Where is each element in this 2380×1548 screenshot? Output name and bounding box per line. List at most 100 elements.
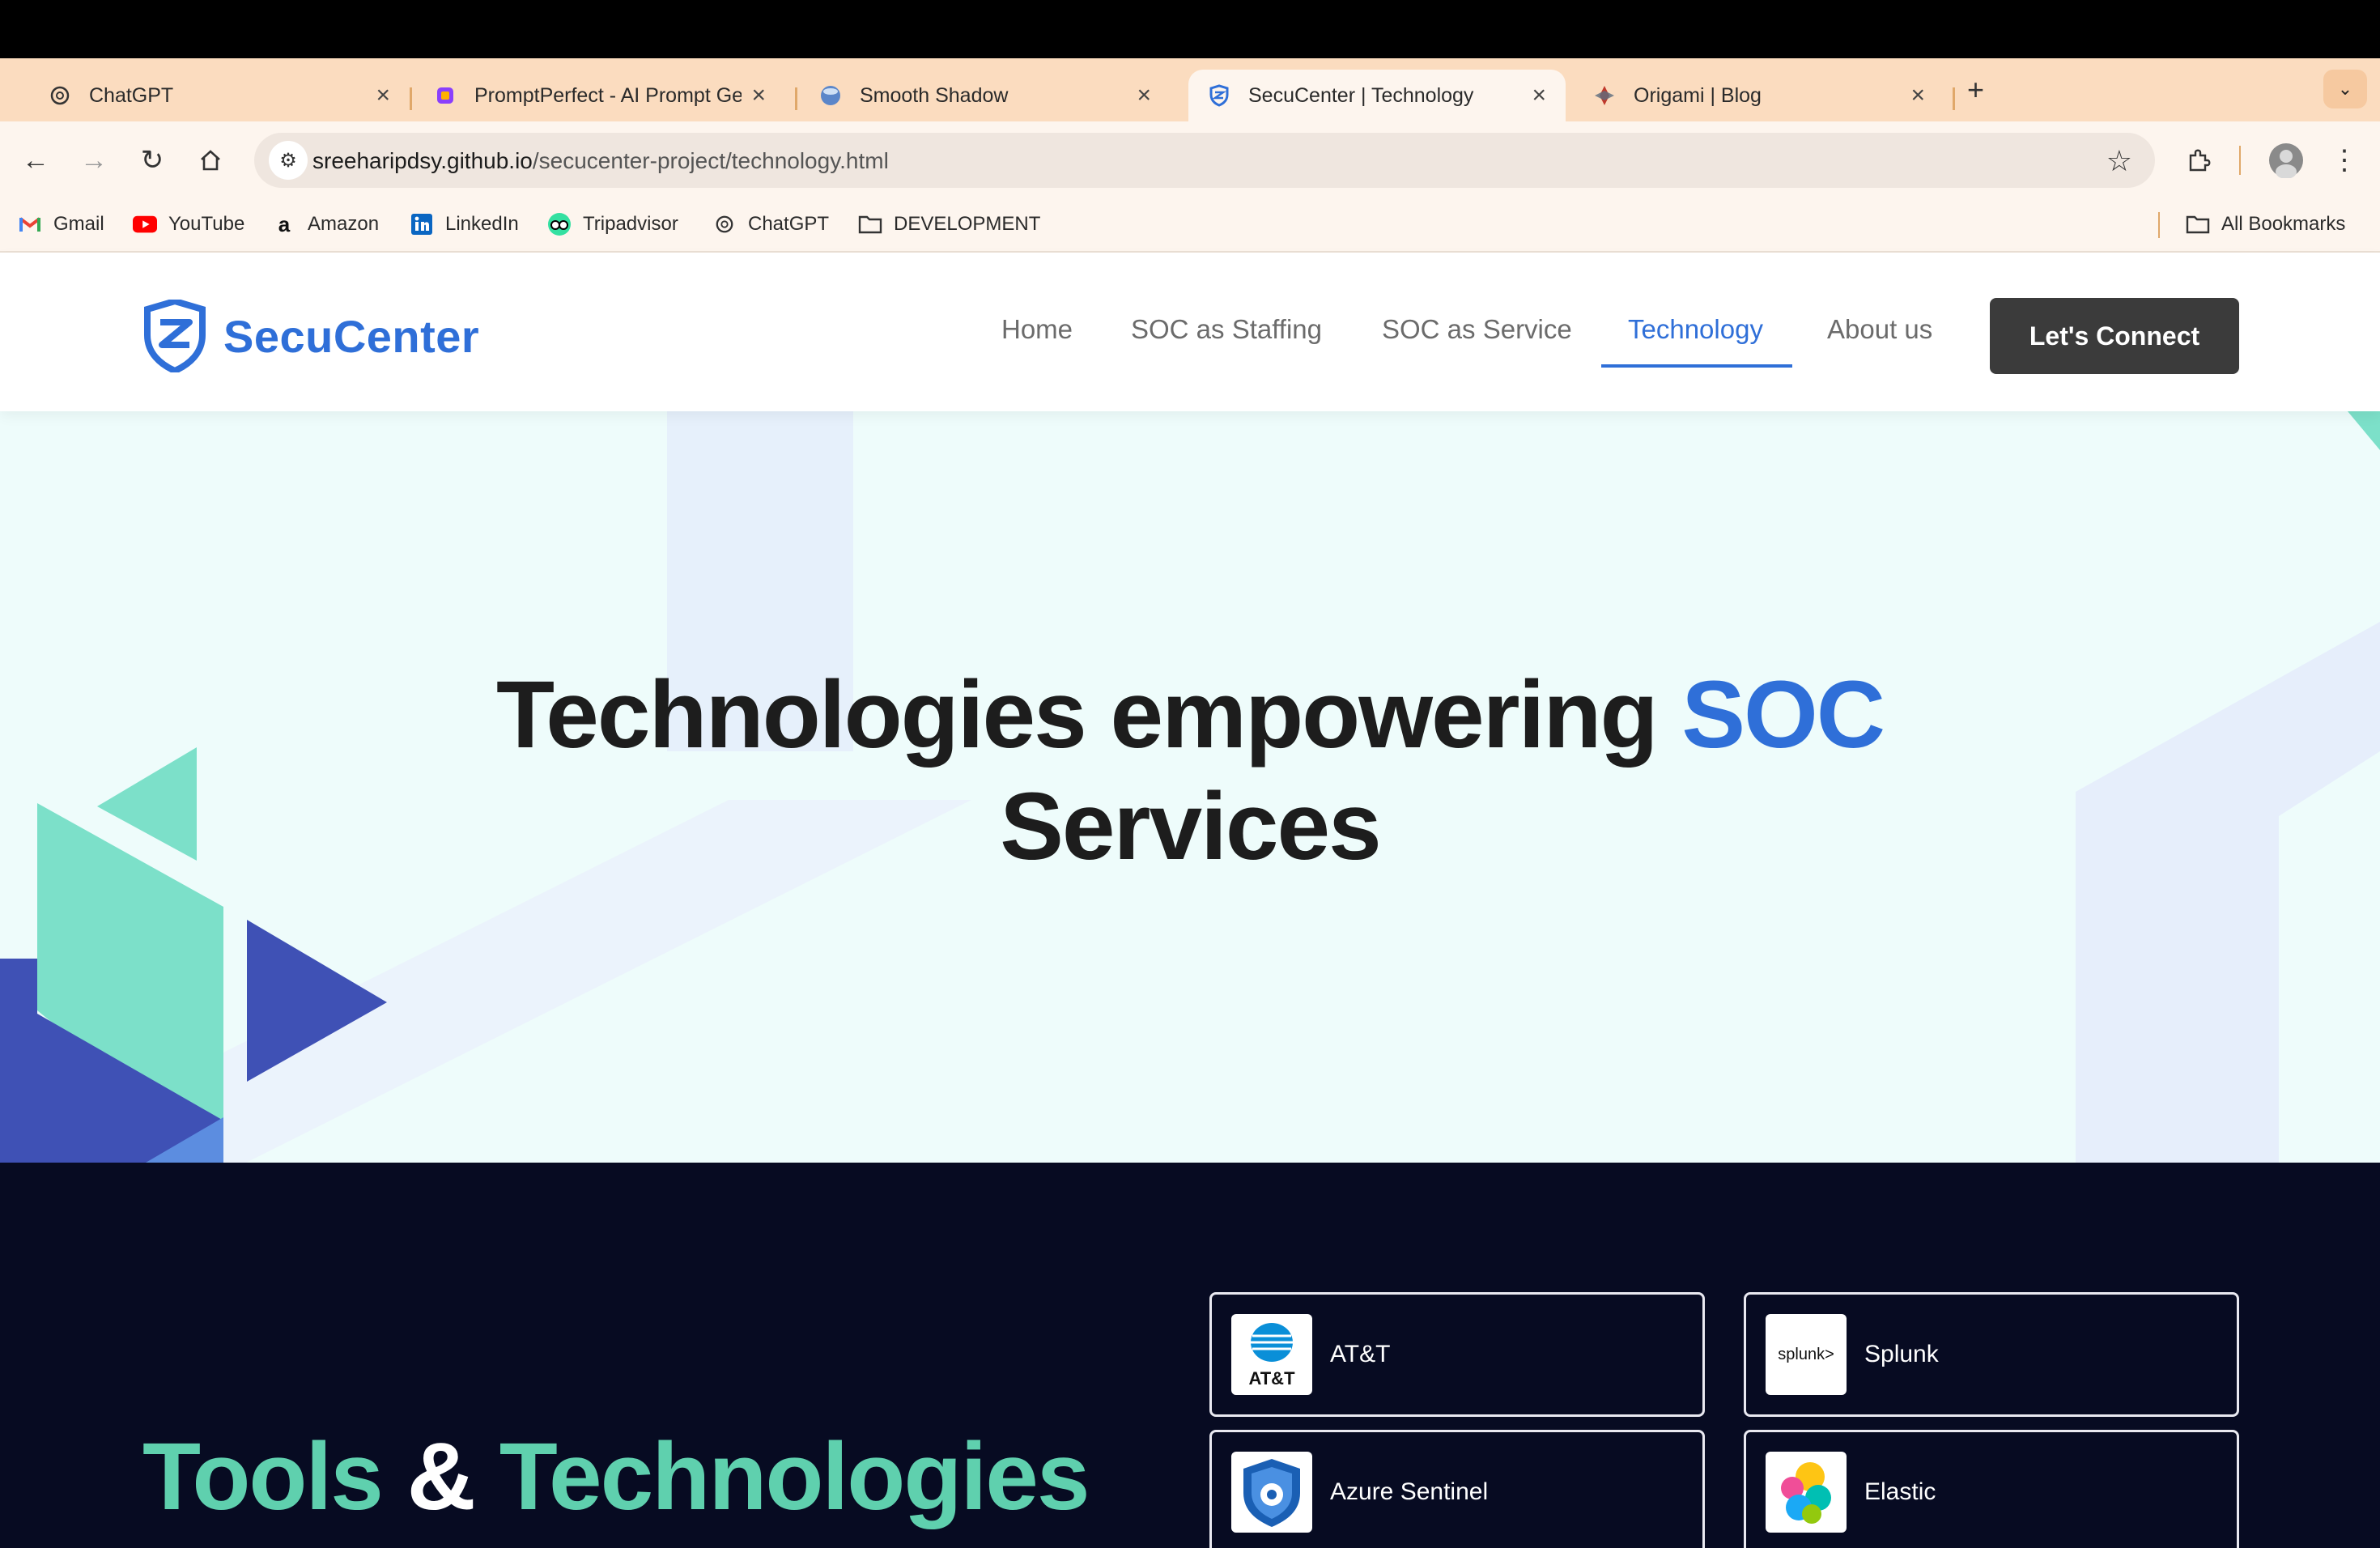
tab-divider [1953,87,1955,110]
tool-card-att[interactable]: AT&T AT&T [1209,1292,1705,1417]
elastic-logo-icon [1766,1452,1847,1533]
tab-origami-blog[interactable]: Origami | Blog × [1574,70,1944,121]
tool-card-elastic[interactable]: Elastic [1744,1430,2239,1548]
hero-title-highlight: SOC [1681,661,1885,768]
tab-label: Origami | Blog [1634,83,1762,107]
folder-icon [858,212,882,236]
site-header: SecuCenter Home SOC as Staffing SOC as S… [0,253,2380,411]
tool-card-splunk[interactable]: splunk> Splunk [1744,1292,2239,1417]
bookmark-star-icon[interactable]: ☆ [2106,144,2132,178]
forward-arrow-icon[interactable]: → [73,139,115,181]
bookmark-youtube[interactable]: YouTube [133,212,244,236]
bookmarks-divider [2158,212,2160,238]
hero-title-part1: Technologies empowering [495,661,1682,768]
bookmarks-bar: Gmail YouTube a Amazon LinkedIn Tripadvi… [0,199,2380,253]
tab-chatgpt[interactable]: ChatGPT × [29,70,410,121]
url-path: /secucenter-project/technology.html [532,148,889,173]
close-icon[interactable]: × [376,82,390,109]
address-bar[interactable]: ⚙ sreeharipdsy.github.io/secucenter-proj… [254,133,2155,188]
bookmark-label: LinkedIn [445,213,519,235]
avatar[interactable] [2265,139,2307,181]
secucenter-icon [1208,84,1230,107]
tab-label: ChatGPT [89,83,174,107]
att-logo-icon: AT&T [1231,1314,1312,1395]
home-icon[interactable] [189,139,232,181]
site-logo[interactable]: SecuCenter [142,300,479,372]
all-bookmarks-label: All Bookmarks [2221,213,2346,235]
tools-title-word2: Technologies [499,1423,1090,1530]
tab-smooth-shadow[interactable]: Smooth Shadow × [800,70,1171,121]
shield-logo-icon [144,300,206,372]
tool-card-label: Azure Sentinel [1330,1478,1489,1505]
close-icon[interactable]: × [1532,82,1546,109]
close-icon[interactable]: × [751,82,766,109]
tripadvisor-icon [547,212,572,236]
back-arrow-icon[interactable]: ← [15,139,57,181]
screen-top-bar [0,0,2380,58]
bookmark-label: Gmail [53,213,104,235]
tools-section: Tools & Technologies AT&T AT&T splunk> S… [0,1163,2380,1548]
linkedin-icon [410,212,434,236]
nav-technology[interactable]: Technology [1628,314,1763,345]
reload-icon[interactable]: ↻ [131,139,173,181]
bookmark-folder-development[interactable]: DEVELOPMENT [858,212,1040,236]
logo-text: SecuCenter [223,310,480,362]
bookmark-gmail[interactable]: Gmail [18,212,104,236]
chatgpt-icon [712,212,737,236]
tab-promptperfect[interactable]: PromptPerfect - AI Prompt Ge × [414,70,785,121]
url-domain: sreeharipdsy.github.io [312,148,533,173]
promptperfect-icon [434,84,457,107]
splunk-logo-text: splunk> [1778,1345,1834,1363]
active-nav-underline [1601,364,1792,368]
url-text[interactable]: sreeharipdsy.github.io/secucenter-projec… [312,148,889,174]
nav-about-us[interactable]: About us [1827,314,1932,345]
origami-icon [1593,84,1616,107]
tool-card-label: Splunk [1864,1341,1939,1367]
more-menu-icon[interactable]: ⋮ [2323,139,2365,181]
new-tab-icon[interactable]: + [1967,73,1984,107]
nav-soc-as-staffing[interactable]: SOC as Staffing [1131,314,1322,345]
tool-card-label: Elastic [1864,1478,1936,1505]
tools-title-word1: Tools [142,1423,384,1530]
bookmark-amazon[interactable]: a Amazon [272,212,379,236]
smooth-shadow-icon [819,84,842,107]
bookmark-label: ChatGPT [748,213,830,235]
nav-home[interactable]: Home [1001,314,1073,345]
nav-soc-as-service[interactable]: SOC as Service [1382,314,1572,345]
tool-card-label: AT&T [1330,1341,1391,1367]
hero-section: Technologies empowering SOC Services [0,411,2380,1163]
site-settings-icon[interactable]: ⚙ [269,141,308,180]
bookmark-label: DEVELOPMENT [894,213,1041,235]
close-icon[interactable]: × [1137,82,1151,109]
tab-divider [410,87,412,110]
chatgpt-icon [49,84,71,107]
tools-title: Tools & Technologies [142,1422,1090,1532]
bookmark-chatgpt[interactable]: ChatGPT [712,212,829,236]
tools-title-ampersand: & [381,1423,499,1530]
browser-toolbar: ← → ↻ ⚙ sreeharipdsy.github.io/secucente… [0,121,2380,199]
toolbar-divider [2239,146,2241,175]
tab-label: PromptPerfect - AI Prompt Ge [474,83,742,107]
lets-connect-button[interactable]: Let's Connect [1990,298,2239,374]
att-logo-text: AT&T [1248,1368,1295,1389]
bookmark-linkedin[interactable]: LinkedIn [410,212,519,236]
tab-label: Smooth Shadow [860,83,1009,107]
tool-card-azure-sentinel[interactable]: Azure Sentinel [1209,1430,1705,1548]
hero-title-part2: Services [1000,773,1382,880]
tab-secucenter-technology[interactable]: SecuCenter | Technology × [1188,70,1566,121]
hero-title: Technologies empowering SOC Services [0,659,2380,882]
amazon-icon: a [278,211,291,236]
tab-label: SecuCenter | Technology [1248,83,1474,107]
youtube-icon [133,212,157,236]
extensions-icon[interactable] [2178,139,2220,181]
browser-tab-strip: ChatGPT × PromptPerfect - AI Prompt Ge ×… [0,58,2380,121]
tab-divider [795,87,797,110]
all-bookmarks-button[interactable]: All Bookmarks [2186,212,2345,236]
bookmark-tripadvisor[interactable]: Tripadvisor [547,212,678,236]
gmail-icon [18,212,42,236]
chevron-down-icon[interactable]: ⌄ [2323,70,2367,108]
bookmark-label: Amazon [308,213,380,235]
close-icon[interactable]: × [1910,82,1925,109]
azure-sentinel-logo-icon [1231,1452,1312,1533]
bookmark-label: Tripadvisor [583,213,678,235]
